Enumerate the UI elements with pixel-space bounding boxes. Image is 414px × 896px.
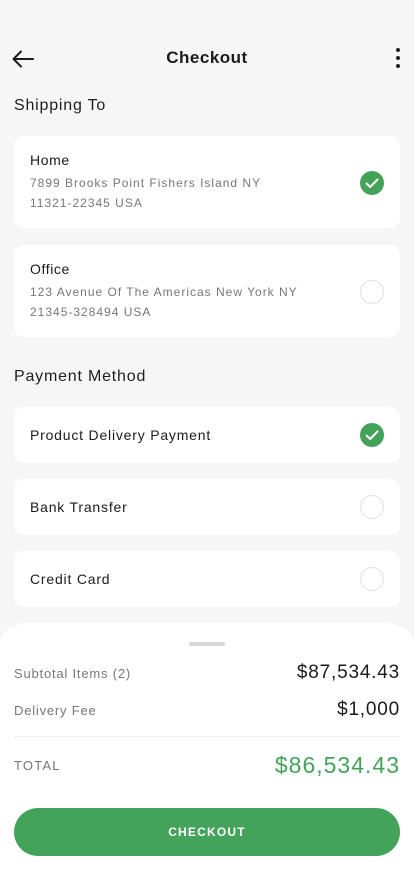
checkout-screen: Checkout Shipping To Home 7899 Brooks Po… xyxy=(0,0,414,896)
shipping-section-title: Shipping To xyxy=(14,97,107,114)
checkout-button[interactable]: CHECKOUT xyxy=(14,808,400,856)
sheet-drag-handle[interactable] xyxy=(189,642,225,646)
delivery-fee-value: $1,000 xyxy=(337,699,400,720)
payment-option-delivery[interactable]: Product Delivery Payment xyxy=(14,407,400,463)
header: Checkout xyxy=(0,0,414,92)
address-card-home[interactable]: Home 7899 Brooks Point Fishers Island NY… xyxy=(14,136,400,228)
payment-section-title: Payment Method xyxy=(14,368,147,385)
delivery-fee-label: Delivery Fee xyxy=(14,703,97,718)
address-line: 21345-328494 USA xyxy=(30,305,152,319)
payment-label: Product Delivery Payment xyxy=(30,427,212,443)
subtotal-value: $87,534.43 xyxy=(296,662,400,683)
address-line: 11321-22345 USA xyxy=(30,196,143,210)
address-line: 123 Avenue Of The Americas New York NY xyxy=(30,285,298,299)
address-radio-selected[interactable] xyxy=(360,171,384,195)
more-options-button[interactable] xyxy=(390,44,406,72)
more-vertical-icon xyxy=(396,48,400,52)
total-value: $86,534.43 xyxy=(274,752,400,778)
circle-outline-icon[interactable] xyxy=(360,495,384,519)
summary-divider xyxy=(14,736,400,737)
check-circle-icon xyxy=(365,430,379,440)
payment-label: Bank Transfer xyxy=(30,499,128,515)
subtotal-label: Subtotal Items (2) xyxy=(14,666,131,681)
circle-outline-icon[interactable] xyxy=(360,280,384,304)
check-circle-icon xyxy=(365,178,379,188)
circle-outline-icon[interactable] xyxy=(360,567,384,591)
address-name: Home xyxy=(30,152,70,168)
address-line: 7899 Brooks Point Fishers Island NY xyxy=(30,176,262,190)
payment-radio-selected[interactable] xyxy=(360,423,384,447)
total-label: TOTAL xyxy=(14,758,61,773)
payment-label: Credit Card xyxy=(30,571,111,587)
address-name: Office xyxy=(30,261,70,277)
payment-option-bank-transfer[interactable]: Bank Transfer xyxy=(14,479,400,535)
order-summary-sheet: Subtotal Items (2) $87,534.43 Delivery F… xyxy=(0,626,414,896)
payment-option-credit-card[interactable]: Credit Card xyxy=(14,551,400,607)
address-card-office[interactable]: Office 123 Avenue Of The Americas New Yo… xyxy=(14,245,400,337)
page-title: Checkout xyxy=(166,48,248,67)
